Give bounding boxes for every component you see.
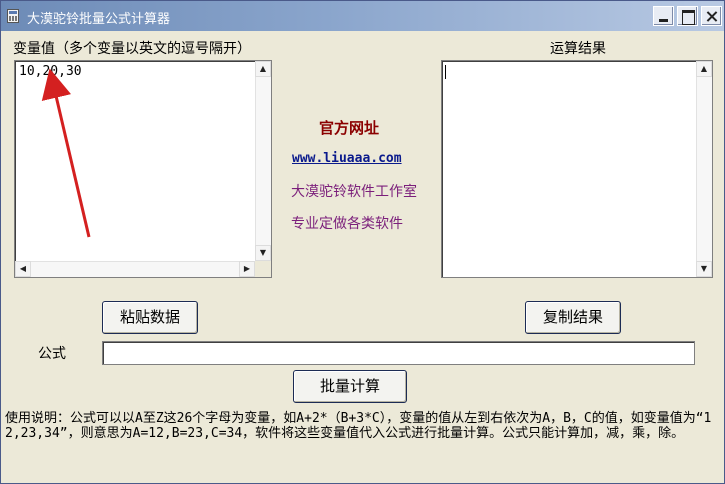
scroll-left-icon[interactable]: ◀ xyxy=(15,261,31,277)
text-caret xyxy=(445,65,446,79)
scroll-corner xyxy=(255,261,271,277)
results-textarea[interactable]: ▲ ▼ xyxy=(441,60,713,278)
results-label: 运算结果 xyxy=(550,41,606,57)
scroll-track[interactable] xyxy=(31,261,239,277)
usage-instructions: 使用说明：公式可以以A至Z这26个字母为变量，如A+2*（B+3*C），变量的值… xyxy=(5,411,712,441)
formula-input[interactable] xyxy=(102,341,695,365)
app-window: 大漠驼铃批量公式计算器 变量值（多个变量以英文的逗号隔开） 运算结果 10,20… xyxy=(0,0,725,484)
paste-data-button[interactable]: 粘贴数据 xyxy=(102,301,198,334)
calculator-icon xyxy=(7,9,19,23)
results-vertical-scrollbar[interactable]: ▲ ▼ xyxy=(696,61,712,277)
scroll-right-icon[interactable]: ▶ xyxy=(239,261,255,277)
variables-horizontal-scrollbar[interactable]: ◀ ▶ xyxy=(15,261,255,277)
scroll-up-icon[interactable]: ▲ xyxy=(255,61,271,77)
window-title: 大漠驼铃批量公式计算器 xyxy=(27,12,171,27)
minimize-button[interactable] xyxy=(653,6,674,26)
variables-label: 变量值（多个变量以英文的逗号隔开） xyxy=(13,41,251,57)
scroll-down-icon[interactable]: ▼ xyxy=(696,261,712,277)
batch-calculate-button[interactable]: 批量计算 xyxy=(293,370,407,403)
scroll-track[interactable] xyxy=(696,77,712,261)
scroll-track[interactable] xyxy=(255,77,271,245)
variables-value: 10,20,30 xyxy=(19,64,82,79)
copy-result-button[interactable]: 复制结果 xyxy=(525,301,621,334)
website-link[interactable]: www.liuaaa.com xyxy=(292,151,402,166)
maximize-button[interactable] xyxy=(677,6,698,26)
variables-vertical-scrollbar[interactable]: ▲ ▼ xyxy=(255,61,271,261)
formula-label: 公式 xyxy=(38,346,66,362)
studio-name: 大漠驼铃软件工作室 xyxy=(291,184,417,200)
close-button[interactable] xyxy=(701,6,722,26)
variables-textarea[interactable]: 10,20,30 ▲ ▼ ◀ ▶ xyxy=(14,60,272,278)
scroll-down-icon[interactable]: ▼ xyxy=(255,245,271,261)
title-bar[interactable]: 大漠驼铃批量公式计算器 xyxy=(1,1,724,31)
promo-title: 官方网址 xyxy=(319,119,380,137)
scroll-up-icon[interactable]: ▲ xyxy=(696,61,712,77)
promo-tagline: 专业定做各类软件 xyxy=(291,216,403,232)
